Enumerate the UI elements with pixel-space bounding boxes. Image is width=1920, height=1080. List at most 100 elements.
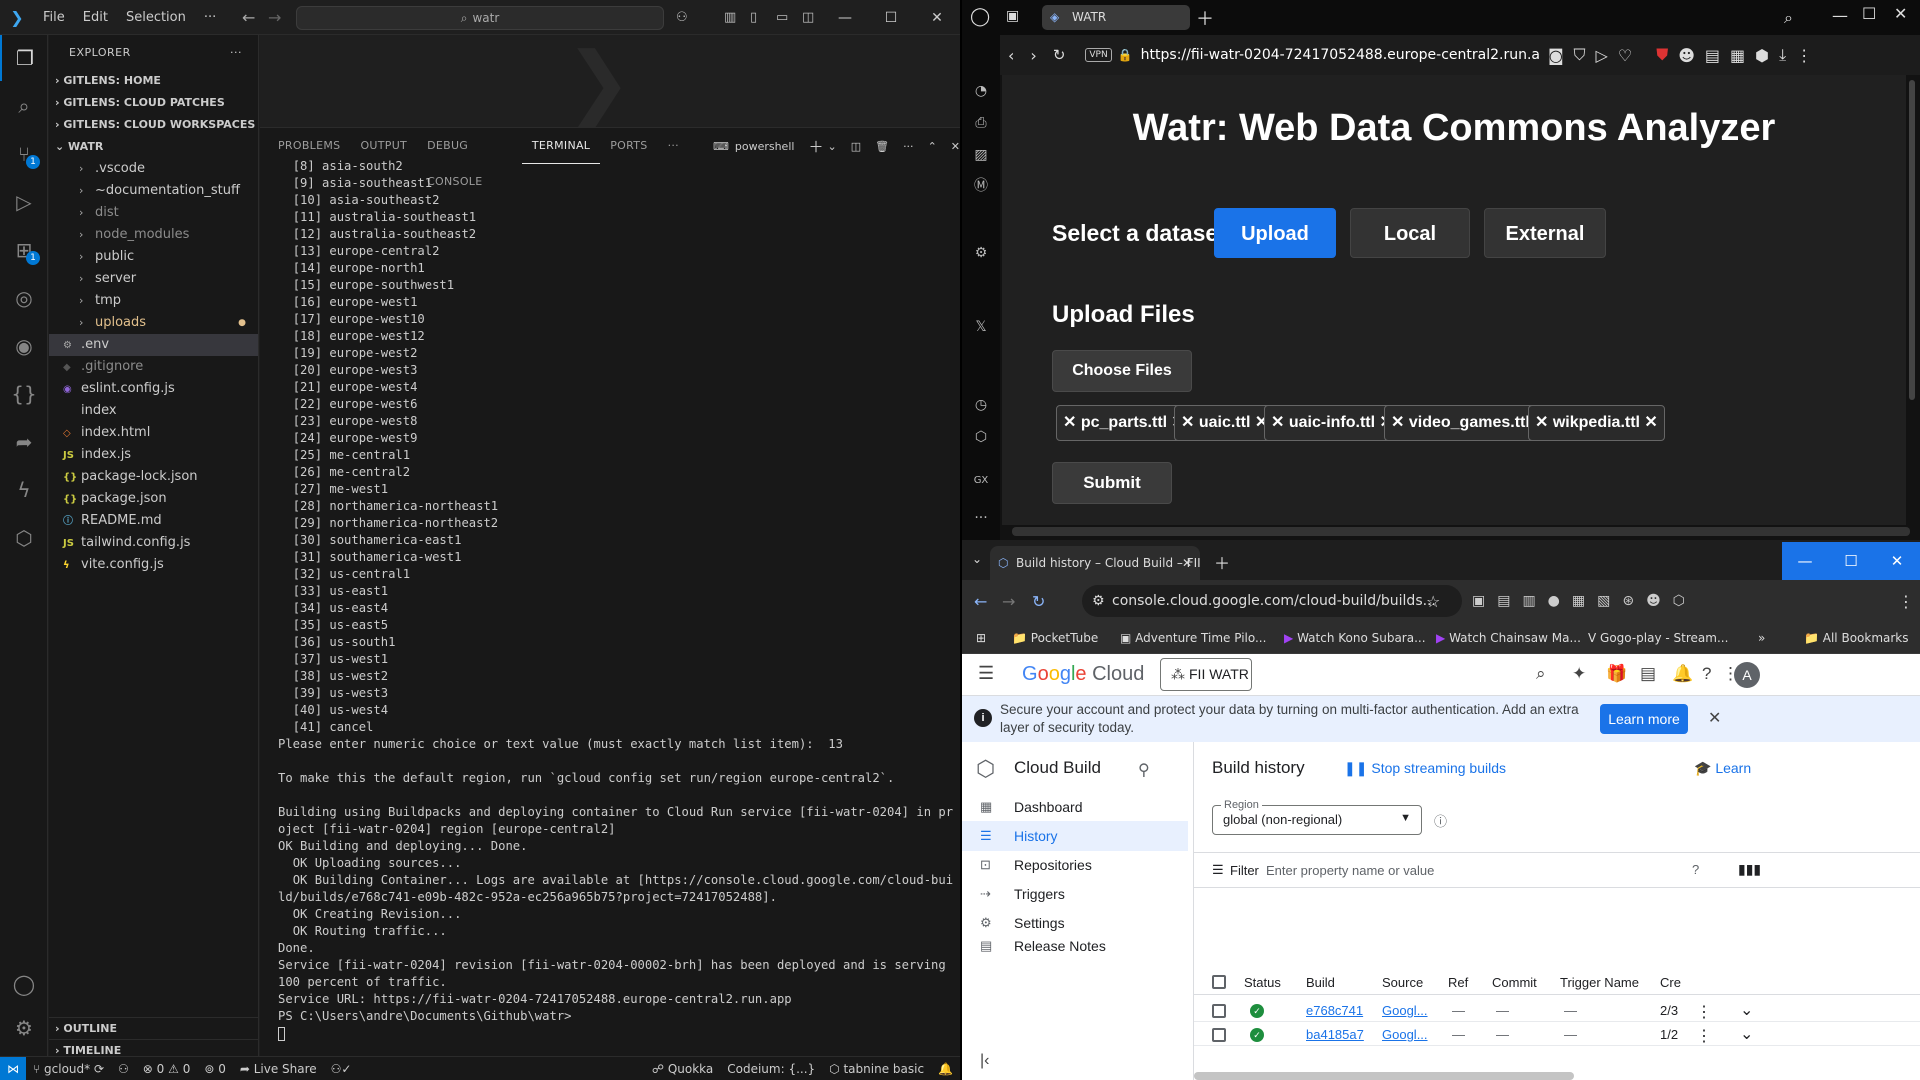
cell-source[interactable]: Googl... — [1382, 1027, 1428, 1042]
terminal-output[interactable]: [8] asia-south2 [9] asia-southeast1 [10]… — [278, 158, 956, 1042]
new-terminal-icon[interactable]: ＋ — [808, 136, 823, 157]
gift-icon[interactable]: 🎁 — [1606, 664, 1627, 684]
vpn-badge[interactable]: VPN — [1085, 48, 1112, 62]
all-bookmarks[interactable]: 📁 All Bookmarks — [1804, 622, 1909, 654]
column-header[interactable]: Trigger Name — [1560, 975, 1639, 990]
row-expand-icon[interactable]: ⌄ — [1740, 1000, 1753, 1020]
menu-edit[interactable]: Edit — [74, 10, 117, 25]
bookmark-kono-subara[interactable]: ▶ Watch Kono Subara... — [1284, 622, 1426, 654]
filter-bar[interactable]: ☰ Filter Enter property name or value ? … — [1194, 852, 1920, 888]
file-tree-item[interactable]: › ~documentation_stuff — [49, 180, 258, 202]
bookmark-chainsaw[interactable]: ▶ Watch Chainsaw Ma... — [1436, 622, 1581, 654]
row-checkbox[interactable] — [1212, 1004, 1226, 1018]
banner-close-icon[interactable]: ✕ — [1708, 708, 1721, 728]
column-header[interactable]: Commit — [1492, 975, 1537, 990]
toggle-sidebar-icon[interactable]: ▯ — [750, 10, 757, 25]
minimize-button[interactable]: — — [822, 0, 868, 35]
gitlens-status-icon[interactable]: ⚇ — [111, 1062, 136, 1076]
search-view-icon[interactable]: ⌕ — [0, 83, 48, 129]
column-header[interactable]: Source — [1382, 975, 1423, 990]
chevron-down-icon[interactable]: ⌄ — [827, 140, 836, 153]
stop-streaming-button[interactable]: ❚❚ Stop streaming builds — [1344, 760, 1506, 777]
menu-more[interactable]: ··· — [195, 10, 225, 25]
sidebar-more-icon[interactable]: ··· — [962, 510, 1000, 526]
camera-icon[interactable]: ◙ — [1548, 46, 1564, 65]
apps-icon[interactable]: ⊞ — [976, 622, 986, 654]
ublock-icon[interactable]: ⛊ — [1656, 45, 1668, 65]
page-vscroll[interactable] — [1909, 80, 1915, 400]
download-icon[interactable]: ⤓ — [1779, 45, 1786, 65]
table-hscroll[interactable] — [1194, 1072, 1574, 1080]
cell-build[interactable]: ba4185a7 — [1306, 1027, 1364, 1042]
chrome-tab-build-history[interactable]: ⬡ Build history – Cloud Build – FII ✕ — [990, 546, 1200, 580]
gcp-search-icon[interactable]: ⌕ — [1536, 664, 1546, 684]
submit-button[interactable]: Submit — [1052, 462, 1172, 504]
remote-icon[interactable]: ⋈ — [0, 1056, 26, 1080]
close-panel-icon[interactable]: ✕ — [951, 140, 960, 153]
account-icon[interactable]: ◯ — [0, 961, 48, 1007]
filter-input[interactable]: Enter property name or value — [1266, 863, 1434, 878]
branch-status[interactable]: ⑂ gcloud* ⟳ — [26, 1062, 111, 1076]
gitlens-icon[interactable]: ◎ — [0, 275, 48, 321]
heart-icon[interactable]: ♡ — [1618, 46, 1632, 65]
live-share-icon[interactable]: ➦ — [0, 419, 48, 465]
tab-search-icon[interactable]: ⌄ — [972, 552, 982, 566]
extension2-icon[interactable]: ▤ — [1705, 46, 1720, 65]
chrome-forward-icon[interactable]: → — [1002, 592, 1015, 611]
learn-more-button[interactable]: Learn more — [1600, 704, 1688, 734]
extension4-icon[interactable]: ⬢ — [1755, 46, 1769, 65]
extension-icon[interactable]: ☻ — [1678, 46, 1695, 65]
send-icon[interactable]: ▷ — [1596, 46, 1608, 65]
x-icon[interactable]: 𝕏 — [962, 319, 1000, 335]
opera-close-button[interactable]: ✕ — [1894, 4, 1907, 23]
row-checkbox[interactable] — [1212, 1028, 1226, 1042]
trash-icon[interactable]: 🗑 — [875, 140, 889, 153]
google-cloud-logo[interactable]: Google Cloud — [1022, 663, 1144, 686]
file-tree-item[interactable]: › node_modules — [49, 224, 258, 246]
bookmark-adventure-time[interactable]: ▣ Adventure Time Pilo... — [1120, 622, 1266, 654]
panel-more-icon[interactable]: ··· — [903, 140, 914, 153]
region-select[interactable]: Region global (non-regional) ▼ — [1212, 799, 1422, 835]
file-tree-item[interactable]: JS tailwind.config.js — [49, 532, 258, 554]
shield-icon[interactable]: ⛉ — [1574, 45, 1586, 65]
remote-explorer-icon[interactable]: ⬡ — [0, 515, 48, 561]
ports-status[interactable]: ⊚ 0 — [197, 1062, 233, 1076]
menu-file[interactable]: File — [34, 10, 74, 25]
back-icon[interactable]: ‹ — [1008, 46, 1014, 65]
file-tree-item[interactable]: index — [49, 400, 258, 422]
github-icon[interactable]: ◉ — [0, 323, 48, 369]
gemini-icon[interactable]: ✦ — [1572, 664, 1586, 684]
tab-island-icon[interactable]: ▣ — [1006, 8, 1019, 24]
column-header[interactable]: Ref — [1448, 975, 1468, 990]
problems-status[interactable]: ⊗ 0 ⚠ 0 — [136, 1062, 198, 1076]
chrome-maximize-button[interactable]: ☐ — [1828, 542, 1874, 580]
gx-icon[interactable]: GX — [962, 475, 1000, 486]
cloud-shell-icon[interactable]: ▤ — [1640, 664, 1656, 684]
cell-build[interactable]: e768c741 — [1306, 1003, 1363, 1018]
aria-icon[interactable]: ◔ — [962, 83, 1000, 99]
filter-help-icon[interactable]: ? — [1692, 862, 1699, 877]
codeium-status[interactable]: Codeium: {...} — [720, 1062, 822, 1076]
bookmarks-overflow-icon[interactable]: » — [1758, 622, 1765, 654]
opera-maximize-button[interactable]: ☐ — [1862, 4, 1876, 23]
remove-file-icon[interactable]: ✕ — [1640, 414, 1657, 431]
tabnine-status[interactable]: ⬡ tabnine basic — [822, 1062, 931, 1076]
table-row[interactable] — [1194, 998, 1920, 1022]
explorer-icon[interactable]: ❐ — [0, 35, 48, 81]
file-tree-item[interactable]: {} package.json — [49, 488, 258, 510]
bookmark-star-icon[interactable]: ☆ — [1426, 592, 1440, 611]
choose-files-button[interactable]: Choose Files — [1052, 350, 1192, 392]
messenger-icon[interactable]: Ⓜ — [962, 175, 1000, 195]
column-header[interactable]: Status — [1244, 975, 1281, 990]
file-tree-item[interactable]: › tmp — [49, 290, 258, 312]
file-tree-item[interactable]: {} package-lock.json — [49, 466, 258, 488]
file-tree-item[interactable]: › .vscode — [49, 158, 258, 180]
chrome-back-icon[interactable]: ← — [974, 592, 987, 611]
split-terminal-icon[interactable]: ◫ — [851, 140, 861, 153]
thunder-icon[interactable]: ϟ — [0, 467, 48, 513]
cube-icon[interactable]: ⬡ — [962, 429, 1000, 445]
section-gitlens-cloud-workspaces[interactable]: › GITLENS: CLOUD WORKSPACES — [49, 114, 258, 136]
region-help-icon[interactable]: ⓘ — [1434, 811, 1447, 830]
notifications-bell-icon[interactable]: 🔔 — [931, 1062, 960, 1076]
page-hscroll[interactable] — [1012, 527, 1910, 536]
